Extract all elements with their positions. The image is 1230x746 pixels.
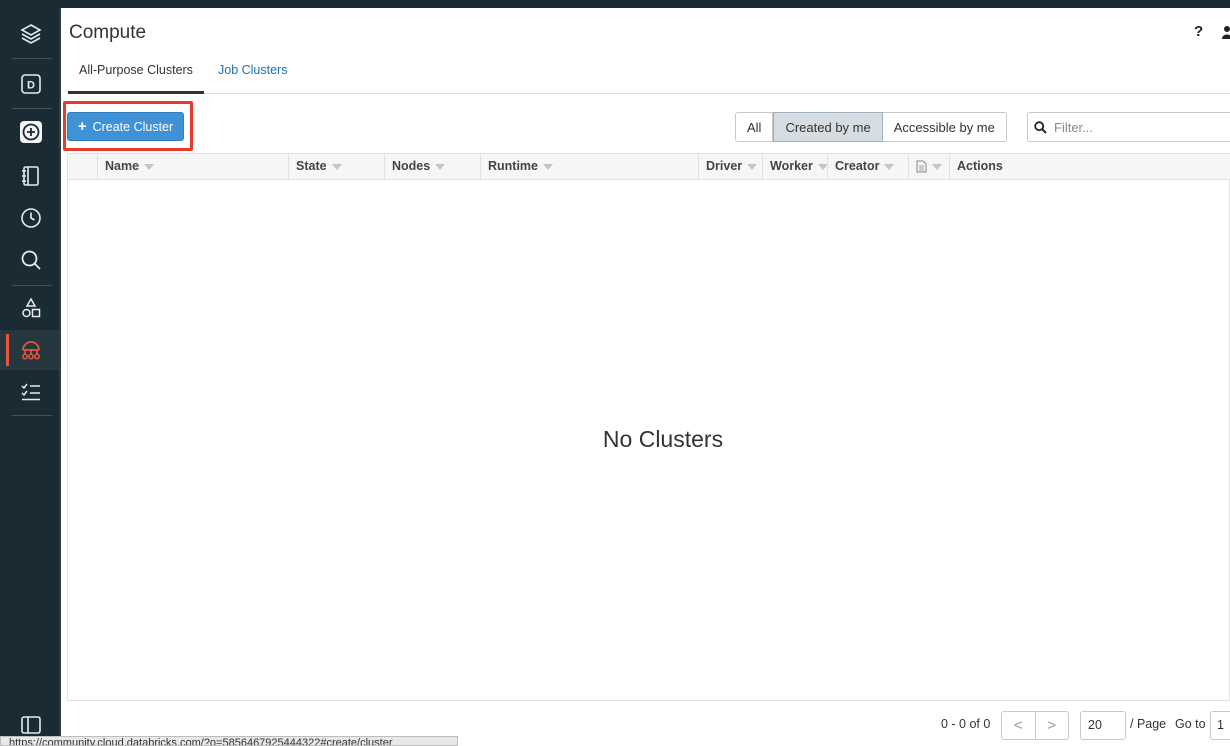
column-label: State [296, 159, 327, 173]
sort-caret-icon [331, 164, 342, 170]
column-header-runtime[interactable]: Runtime [480, 154, 698, 179]
column-label: Nodes [392, 159, 431, 173]
column-header-nodes[interactable]: Nodes [384, 154, 480, 179]
sidebar-item-compute[interactable] [0, 330, 61, 370]
search-icon [1034, 120, 1047, 134]
column-header-driver[interactable]: Driver [698, 154, 762, 179]
notebook-icon [21, 166, 39, 186]
per-page-label: / Page [1130, 717, 1167, 731]
plus-icon: + [77, 118, 87, 135]
column-header-name[interactable]: Name [97, 154, 288, 179]
checklist-icon [20, 383, 40, 401]
column-label: Creator [835, 159, 880, 173]
sidebar-divider [12, 108, 52, 109]
sidebar-item-search[interactable] [0, 240, 61, 280]
pagination-nav: < > [1001, 711, 1069, 740]
document-icon [916, 160, 927, 173]
create-cluster-label: Create Cluster [92, 119, 174, 134]
layers-icon [19, 24, 42, 44]
tab-job-clusters[interactable]: Job Clusters [207, 58, 298, 93]
shapes-icon [21, 297, 40, 318]
sort-caret-icon [543, 164, 553, 170]
help-button[interactable]: ? [1194, 23, 1203, 40]
column-label: Runtime [488, 159, 538, 173]
column-label: Driver [706, 159, 743, 173]
create-cluster-button[interactable]: + Create Cluster [67, 112, 184, 141]
sidebar-divider [12, 58, 52, 59]
sidebar-item-jobs[interactable] [0, 372, 61, 412]
pagination-count: 0 - 0 of 0 [941, 717, 991, 731]
filter-input[interactable]: Filter... [1027, 112, 1230, 142]
column-header-creator[interactable]: Creator [827, 154, 908, 179]
filter-placeholder: Filter... [1054, 119, 1094, 135]
column-label: Worker [770, 159, 813, 173]
cluster-icon [21, 341, 40, 360]
table-header: Name State Nodes Runtime Driver Worker C… [68, 154, 1230, 180]
sidebar-divider [12, 415, 52, 416]
plus-circle-icon [19, 121, 42, 143]
filter-created-by-me-button[interactable]: Created by me [773, 112, 883, 142]
sidebar-item-home[interactable]: D [0, 64, 61, 104]
sidebar-item-notebooks[interactable] [0, 156, 61, 196]
page-size-input[interactable]: 20 [1080, 711, 1126, 740]
search-icon [21, 250, 41, 270]
filter-accessible-by-me-button[interactable]: Accessible by me [882, 112, 1007, 142]
sidebar-item-workspace[interactable] [0, 14, 61, 54]
goto-page-input[interactable]: 1 [1210, 711, 1230, 740]
sort-caret-icon [932, 164, 942, 170]
status-bar-url: https://community.cloud.databricks.com/?… [0, 736, 458, 746]
sort-caret-icon [884, 164, 895, 170]
tab-all-purpose-clusters[interactable]: All-Purpose Clusters [68, 58, 204, 94]
sidebar: D [0, 8, 61, 746]
column-label: Actions [957, 159, 1003, 173]
clusters-table: Name State Nodes Runtime Driver Worker C… [67, 153, 1230, 701]
app-frame: D Compute ? All-Purpose Clusters Job Clu… [0, 0, 1230, 746]
filter-all-button[interactable]: All [735, 112, 774, 142]
empty-state-message: No Clusters [602, 426, 724, 452]
sidebar-item-recents[interactable] [0, 198, 61, 238]
sidebar-divider [12, 285, 52, 286]
d-badge-icon: D [20, 74, 41, 94]
panel-toggle-icon [20, 716, 41, 734]
sidebar-item-data[interactable] [0, 288, 61, 328]
sidebar-item-create[interactable] [0, 112, 61, 152]
column-label: Name [105, 159, 140, 173]
column-header-worker[interactable]: Worker [762, 154, 828, 179]
column-header-notes[interactable] [908, 154, 949, 179]
cluster-tabs: All-Purpose Clusters Job Clusters [68, 58, 1230, 94]
page-title: Compute [69, 22, 147, 43]
goto-label: Go to [1175, 717, 1206, 731]
sort-caret-icon [747, 164, 758, 170]
column-header-state[interactable]: State [288, 154, 384, 179]
d-badge-letter: D [27, 80, 35, 92]
sort-caret-icon [435, 164, 446, 170]
top-strip [0, 0, 1230, 8]
column-header-actions: Actions [949, 154, 1230, 179]
clock-icon [20, 208, 41, 228]
ownership-filter: All Created by me Accessible by me [735, 112, 1007, 142]
next-page-button[interactable]: > [1034, 712, 1069, 739]
sort-caret-icon [144, 164, 155, 170]
previous-page-button[interactable]: < [1002, 712, 1035, 739]
user-icon[interactable] [1222, 25, 1230, 39]
main-content: Compute ? All-Purpose Clusters Job Clust… [61, 8, 1230, 746]
